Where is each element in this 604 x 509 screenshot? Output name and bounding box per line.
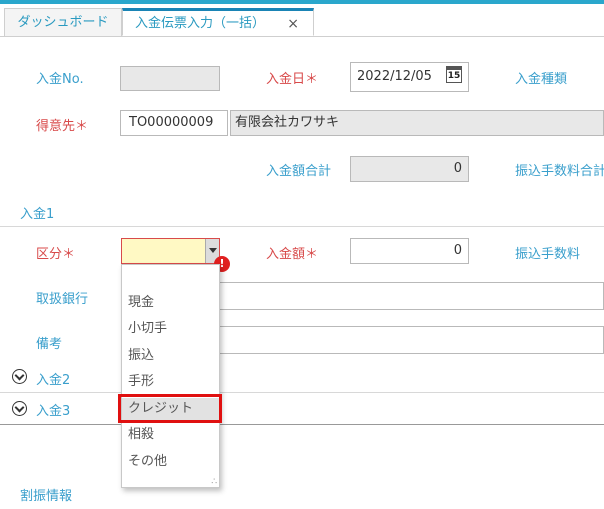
expand-icon[interactable]: [12, 401, 27, 416]
bank-input[interactable]: [218, 282, 604, 310]
total-amount-label: 入金額合計: [266, 164, 332, 179]
calendar-icon[interactable]: 15: [446, 66, 462, 83]
section-divider: [0, 424, 604, 425]
dropdown-option[interactable]: 現金: [122, 292, 219, 314]
section-divider: [0, 392, 604, 393]
dropdown-option[interactable]: その他: [122, 451, 219, 473]
customer-label: 得意先＊: [36, 119, 89, 134]
tab-deposit-entry[interactable]: 入金伝票入力（一括） ×: [122, 8, 314, 36]
tab-deposit-entry-label: 入金伝票入力（一括）: [135, 16, 266, 31]
total-amount-field: 0: [350, 156, 469, 182]
fee-label: 振込手数料: [515, 247, 581, 262]
deposit-date-value: 2022/12/05: [357, 69, 432, 84]
amount-input[interactable]: 0: [350, 238, 469, 264]
expand-icon[interactable]: [12, 369, 27, 384]
deposit-date-input[interactable]: 2022/12/05 15: [350, 62, 469, 92]
customer-code-input[interactable]: TO00000009: [120, 110, 228, 136]
section-3-toggle[interactable]: 入金3: [36, 400, 70, 419]
bank-label: 取扱銀行: [36, 292, 89, 307]
tab-strip: ダッシュボード 入金伝票入力（一括） ×: [0, 4, 604, 37]
note-label: 備考: [36, 337, 63, 352]
category-dropdown-list[interactable]: 現金 小切手 振込 手形 クレジット 相殺 その他 ∴: [121, 264, 220, 488]
customer-name-field: 有限会社カワサキ: [230, 110, 604, 136]
deposit-no-label: 入金No.: [36, 72, 84, 87]
dropdown-option[interactable]: 振込: [122, 345, 219, 367]
close-icon[interactable]: ×: [287, 11, 299, 37]
transfer-fee-total-label: 振込手数料合計: [515, 164, 604, 179]
category-select[interactable]: [121, 238, 220, 264]
dropdown-option[interactable]: 相殺: [122, 424, 219, 446]
deposit-no-field: [120, 66, 220, 91]
deposit-type-label: 入金種類: [515, 72, 568, 87]
section-divider: [0, 226, 604, 227]
deposit-date-label: 入金日＊: [266, 72, 319, 87]
dropdown-option[interactable]: 手形: [122, 371, 219, 393]
amount-label: 入金額＊: [266, 247, 319, 262]
allocation-title: 割振情報: [20, 489, 73, 504]
tab-dashboard[interactable]: ダッシュボード: [4, 8, 122, 36]
section-2-toggle[interactable]: 入金2: [36, 369, 70, 388]
dropdown-option[interactable]: 小切手: [122, 318, 219, 340]
highlight-annotation: [118, 394, 222, 423]
section-1-title: 入金1: [20, 207, 55, 222]
note-input[interactable]: [218, 326, 604, 354]
category-label: 区分＊: [36, 247, 76, 262]
resize-grip-icon[interactable]: ∴: [211, 477, 217, 487]
